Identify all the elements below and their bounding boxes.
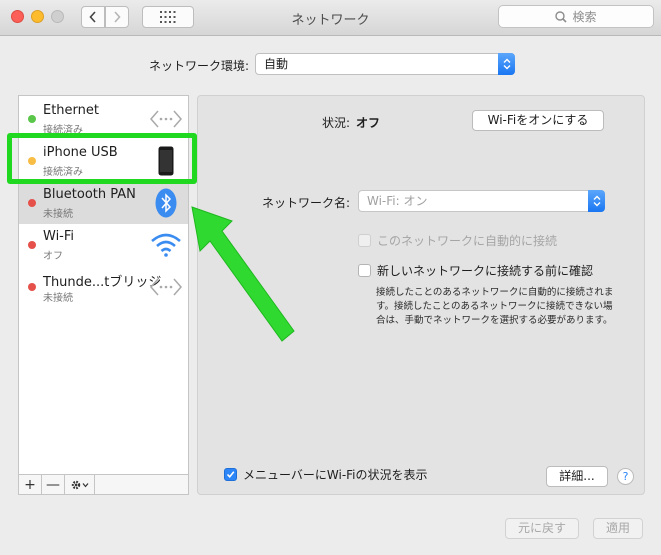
gear-icon [71,480,88,489]
status-label: 状況: [322,116,351,130]
status-dot [28,241,36,249]
service-name: Bluetooth PAN [43,187,136,202]
help-button[interactable]: ? [617,468,634,485]
service-list-toolbar: + — [18,474,189,495]
menubar-status-row: メニューバーにWi-Fiの状況を表示 [224,466,428,483]
thunderbolt-bridge-icon [149,272,183,302]
service-status: 未接続 [43,209,73,220]
service-name: Ethernet [43,103,99,118]
advanced-button[interactable]: 詳細... [546,466,608,487]
ask-join-checkbox[interactable] [358,264,371,277]
search-field[interactable]: 検索 [498,5,654,28]
revert-button[interactable]: 元に戻す [505,518,579,539]
search-placeholder: 検索 [572,10,597,24]
ask-join-row: 新しいネットワークに接続する前に確認 [358,262,593,279]
ask-join-note: 接続したことのあるネットワークに自動的に接続されます。接続したことのあるネットワ… [376,287,614,326]
network-name-select[interactable]: Wi-Fi: オン [358,190,605,212]
auto-join-checkbox[interactable] [358,234,371,247]
status-value: オフ [356,116,381,130]
ethernet-icon [149,104,183,134]
network-name-stepper-icon [588,190,605,212]
auto-join-row: このネットワークに自動的に接続 [358,232,557,249]
annotation-arrow-icon [191,206,295,342]
service-status: オフ [43,251,63,262]
service-wifi[interactable]: Wi-Fi オフ [19,224,188,266]
wifi-toggle-button[interactable]: Wi-Fiをオンにする [472,110,604,131]
checkmark-icon [226,471,235,479]
search-icon [555,10,568,23]
title-bar: ネットワーク 検索 [0,0,661,36]
location-label: ネットワーク環境: [149,59,250,73]
status-dot [28,115,36,123]
ask-join-label: 新しいネットワークに接続する前に確認 [377,264,594,278]
service-name: Wi-Fi [43,229,75,244]
apply-button[interactable]: 適用 [593,518,643,539]
auto-join-label: このネットワークに自動的に接続 [377,234,558,248]
annotation-highlight-box [7,133,197,184]
bluetooth-icon [149,188,183,218]
wifi-icon [149,230,183,260]
action-menu-button[interactable] [65,475,95,494]
remove-service-button[interactable]: — [42,475,65,494]
status-dot [28,283,36,291]
service-status: 未接続 [43,293,73,304]
status-dot [28,199,36,207]
location-select[interactable]: 自動 [255,53,515,75]
service-name: Thunde...tブリッジ [43,275,162,290]
service-thunderbolt-bridge[interactable]: Thunde...tブリッジ 未接続 [19,266,188,308]
service-bluetooth-pan[interactable]: Bluetooth PAN 未接続 [19,182,188,224]
menubar-status-checkbox[interactable] [224,468,237,481]
network-name-value: Wi-Fi: オン [367,194,428,208]
menubar-status-label: メニューバーにWi-Fiの状況を表示 [243,468,428,482]
add-service-button[interactable]: + [19,475,42,494]
location-value: 自動 [264,57,289,71]
location-stepper-icon [498,53,515,75]
